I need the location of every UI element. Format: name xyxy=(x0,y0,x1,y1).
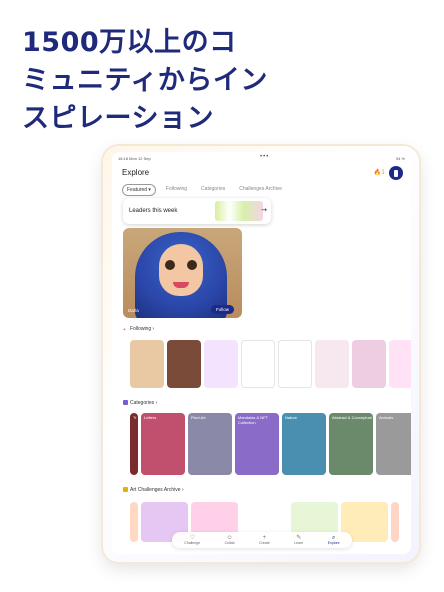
category-label: Mandalas & NFT Collection xyxy=(238,415,268,425)
leaders-label: Leaders this week xyxy=(129,208,178,214)
page-title: Explore xyxy=(122,168,150,177)
tab-challenges-archive[interactable]: Challenges Archive xyxy=(235,184,286,196)
category-card[interactable]: Nature xyxy=(282,413,326,475)
headline-line-1: 1500万以上のコ xyxy=(22,27,237,58)
artist-name[interactable]: Darla xyxy=(128,308,139,313)
app-screen: 16:18 Mon 12 Sep ••• 94 % Explore 🔥1 Fea… xyxy=(112,152,411,554)
profile-button[interactable] xyxy=(389,166,403,180)
following-thumbnail[interactable] xyxy=(352,340,386,388)
headline-line-2: ミュニティからイン xyxy=(22,65,268,96)
leaders-this-week-card[interactable]: Leaders this week → xyxy=(123,198,271,224)
category-card[interactable]: Letters xyxy=(141,413,185,475)
nav-item-create[interactable]: + Create xyxy=(259,535,270,545)
tab-categories[interactable]: Categories xyxy=(197,184,229,196)
category-card[interactable]: Animals xyxy=(376,413,411,475)
nav-item-collab[interactable]: ☺ Collab xyxy=(225,535,235,545)
arrow-right-icon: → xyxy=(261,206,267,214)
following-thumbnail[interactable] xyxy=(278,340,312,388)
category-label: Nature xyxy=(285,415,298,420)
category-label: Tr xyxy=(133,415,137,420)
following-header[interactable]: + Following › xyxy=(123,326,154,333)
nav-item-explore[interactable]: ⌕ Explore xyxy=(328,535,340,545)
category-card[interactable]: Mandalas & NFT Collection xyxy=(235,413,279,475)
explore-tabs: Featured ▾ Following Categories Challeng… xyxy=(122,184,286,196)
nav-label: Collab xyxy=(224,541,235,545)
profile-icon xyxy=(394,169,398,177)
following-thumbnail[interactable] xyxy=(315,340,349,388)
follow-button[interactable]: Follow xyxy=(210,305,234,314)
categories-icon xyxy=(123,400,128,405)
category-card[interactable]: Abstract & Conceptual xyxy=(329,413,373,475)
category-card[interactable]: Pixel Art xyxy=(188,413,232,475)
headline-line-3: スピレーション xyxy=(22,103,214,134)
challenges-header[interactable]: Art Challenges Archive › xyxy=(123,487,184,493)
nav-label: Learn xyxy=(294,541,304,545)
featured-artwork[interactable]: Darla Follow xyxy=(123,228,242,318)
following-thumbnail[interactable] xyxy=(389,340,411,388)
trophy-icon xyxy=(123,487,128,492)
challenge-thumbnail[interactable] xyxy=(130,502,138,542)
streak-counter[interactable]: 🔥1 xyxy=(374,169,385,176)
artwork-eye xyxy=(187,260,197,270)
nav-item-challenge[interactable]: ♡ Challenge xyxy=(184,535,200,545)
following-thumbnail[interactable] xyxy=(130,340,164,388)
following-row xyxy=(130,340,411,388)
plus-icon: + xyxy=(123,327,126,333)
nav-label: Explore xyxy=(327,541,340,545)
following-thumbnail[interactable] xyxy=(241,340,275,388)
challenge-thumbnail[interactable] xyxy=(391,502,399,542)
battery-indicator: 94 % xyxy=(395,156,405,161)
nav-label: Challenge xyxy=(184,541,201,545)
tab-featured[interactable]: Featured ▾ xyxy=(122,184,156,196)
leaders-artwork xyxy=(215,201,263,221)
nav-label: Create xyxy=(259,541,270,545)
bottom-navigation: ♡ Challenge ☺ Collab + Create ✎ Learn ⌕ Explore xyxy=(172,532,352,548)
multitask-dots: ••• xyxy=(260,154,270,160)
following-thumbnail[interactable] xyxy=(167,340,201,388)
category-label: Abstract & Conceptual xyxy=(332,415,372,420)
following-thumbnail[interactable] xyxy=(204,340,238,388)
categories-row: Tr Letters Pixel Art Mandalas & NFT Collect… xyxy=(130,413,411,475)
tab-following[interactable]: Following xyxy=(162,184,191,196)
artwork-face xyxy=(159,244,203,296)
category-label: Pixel Art xyxy=(191,415,206,420)
artwork-eye xyxy=(165,260,175,270)
categories-header[interactable]: Categories › xyxy=(123,400,157,406)
status-bar: 16:18 Mon 12 Sep ••• 94 % xyxy=(118,154,405,164)
category-label: Animals xyxy=(379,415,394,420)
category-card[interactable]: Tr xyxy=(130,413,138,475)
category-label: Letters xyxy=(144,415,157,420)
nav-item-learn[interactable]: ✎ Learn xyxy=(294,535,303,545)
status-time-date: 16:18 Mon 12 Sep xyxy=(118,156,151,161)
promo-headline: 1500万以上のコ ミュニティからイン スピレーション xyxy=(22,24,422,138)
tablet-device: 16:18 Mon 12 Sep ••• 94 % Explore 🔥1 Fea… xyxy=(103,146,419,562)
